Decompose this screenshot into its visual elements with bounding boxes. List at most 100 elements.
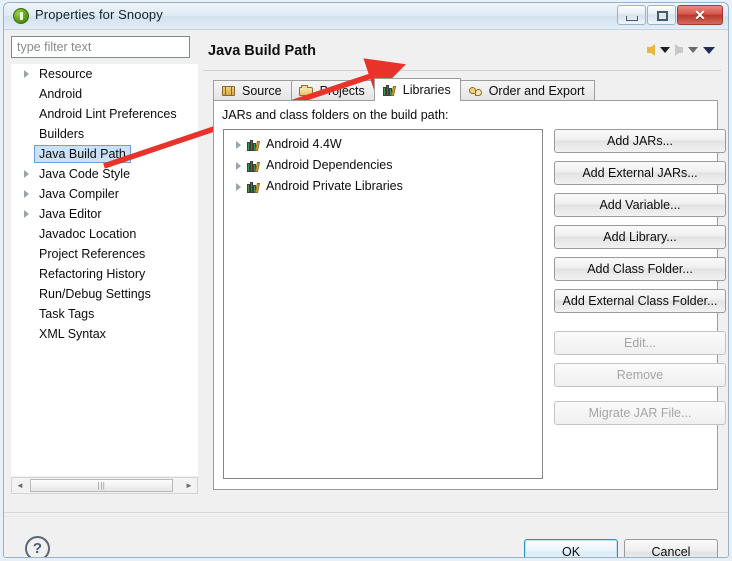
chevron-right-icon[interactable] xyxy=(24,170,29,178)
java-build-path-page: Java Build Path Source Projects Librarie… xyxy=(203,34,726,499)
sidebar-item-label: Task Tags xyxy=(39,307,95,321)
settings-tree[interactable]: Resource Android Android Lint Preference… xyxy=(11,64,198,476)
sidebar-item-android[interactable]: Android xyxy=(11,84,198,104)
sidebar-item-label: Java Editor xyxy=(39,207,102,221)
back-arrow-icon[interactable] xyxy=(647,44,655,56)
window-controls: ✕ xyxy=(617,5,723,25)
scroll-left-icon[interactable]: ◄ xyxy=(12,478,28,493)
sidebar-item-android-lint-preferences[interactable]: Android Lint Preferences xyxy=(11,104,198,124)
sidebar-item-refactoring-history[interactable]: Refactoring History xyxy=(11,264,198,284)
migrate-jar-file-button[interactable]: Migrate JAR File... xyxy=(554,401,726,425)
maximize-button[interactable] xyxy=(647,5,676,25)
chevron-right-icon[interactable] xyxy=(24,190,29,198)
jar-entry-label: Android Dependencies xyxy=(266,158,393,172)
back-history-chevron-down-icon[interactable] xyxy=(660,47,670,53)
title-bar: Properties for Snoopy ✕ xyxy=(4,3,728,30)
sidebar-item-java-build-path[interactable]: Java Build Path xyxy=(11,144,198,164)
sidebar-item-label: Refactoring History xyxy=(39,267,146,281)
sidebar-item-label: Project References xyxy=(39,247,146,261)
sidebar-item-label: Java Build Path xyxy=(39,147,126,161)
scroll-right-icon[interactable]: ► xyxy=(181,478,197,493)
chevron-right-icon[interactable] xyxy=(236,183,241,191)
tab-label: Libraries xyxy=(402,83,451,97)
screenshot-root: Properties for Snoopy ✕ type filter text xyxy=(0,0,732,561)
sidebar-item-xml-syntax[interactable]: XML Syntax xyxy=(11,324,198,344)
tab-label: Projects xyxy=(319,84,365,98)
scrollbar-thumb[interactable]: ||| xyxy=(30,479,173,492)
sidebar-horizontal-scrollbar[interactable]: ◄ ||| ► xyxy=(11,477,198,494)
sidebar-item-java-code-style[interactable]: Java Code Style xyxy=(11,164,198,184)
edit-button[interactable]: Edit... xyxy=(554,331,726,355)
forward-history-chevron-down-icon[interactable] xyxy=(688,47,698,53)
sidebar-item-label: Builders xyxy=(39,127,85,141)
close-icon: ✕ xyxy=(694,7,706,23)
tab-order-and-export[interactable]: Order and Export xyxy=(459,80,595,101)
help-button[interactable]: ? xyxy=(25,536,50,557)
properties-dialog: Properties for Snoopy ✕ type filter text xyxy=(3,2,729,558)
sidebar-item-java-editor[interactable]: Java Editor xyxy=(11,204,198,224)
add-class-folder-button[interactable]: Add Class Folder... xyxy=(554,257,726,281)
sidebar-item-builders[interactable]: Builders xyxy=(11,124,198,144)
jar-entry-android-dependencies[interactable]: Android Dependencies xyxy=(224,155,542,176)
page-menu-chevron-down-icon[interactable] xyxy=(703,46,715,54)
sidebar-item-label: Run/Debug Settings xyxy=(39,287,151,301)
chevron-right-icon[interactable] xyxy=(24,70,29,78)
minimize-button[interactable] xyxy=(617,5,646,25)
page-navigation xyxy=(647,44,715,56)
library-icon xyxy=(246,159,262,173)
footer-divider xyxy=(4,512,728,513)
add-variable-button[interactable]: Add Variable... xyxy=(554,193,726,217)
build-path-actions: Add JARs... Add External JARs... Add Var… xyxy=(554,129,728,433)
tab-projects[interactable]: Projects xyxy=(290,80,375,101)
build-path-tabs: Source Projects Libraries Order and Expo… xyxy=(213,78,595,101)
books-icon xyxy=(382,83,398,97)
window-title: Properties for Snoopy xyxy=(35,7,163,22)
jar-entry-label: Android Private Libraries xyxy=(266,179,403,193)
chevron-right-icon[interactable] xyxy=(236,141,241,149)
cancel-button[interactable]: Cancel xyxy=(624,539,718,557)
library-icon xyxy=(246,180,262,194)
order-arrows-icon xyxy=(468,84,484,98)
sidebar-item-label: Resource xyxy=(39,67,93,81)
tab-source[interactable]: Source xyxy=(213,80,292,101)
tab-libraries[interactable]: Libraries xyxy=(373,78,461,101)
add-jars-button[interactable]: Add JARs... xyxy=(554,129,726,153)
add-external-class-folder-button[interactable]: Add External Class Folder... xyxy=(554,289,726,313)
jar-entry-android-private-libraries[interactable]: Android Private Libraries xyxy=(224,176,542,197)
library-icon xyxy=(246,138,262,152)
folder-icon xyxy=(298,84,315,98)
jar-entry-android-44w[interactable]: Android 4.4W xyxy=(224,134,542,155)
jars-tree[interactable]: Android 4.4W Android Dependencies Androi… xyxy=(223,129,543,479)
sidebar-item-project-references[interactable]: Project References xyxy=(11,244,198,264)
tab-label: Order and Export xyxy=(488,84,585,98)
filter-input[interactable]: type filter text xyxy=(11,36,190,58)
title-divider xyxy=(203,70,721,71)
remove-button[interactable]: Remove xyxy=(554,363,726,387)
sidebar-item-javadoc-location[interactable]: Javadoc Location xyxy=(11,224,198,244)
chevron-right-icon[interactable] xyxy=(24,210,29,218)
maximize-icon xyxy=(657,11,668,21)
close-button[interactable]: ✕ xyxy=(677,5,723,25)
sidebar-item-label: Android Lint Preferences xyxy=(39,107,177,121)
sidebar-item-label: Javadoc Location xyxy=(39,227,137,241)
sidebar-item-resource[interactable]: Resource xyxy=(11,64,198,84)
ok-button[interactable]: OK xyxy=(524,539,618,557)
scrollbar-track[interactable]: ||| xyxy=(28,478,181,493)
forward-arrow-icon[interactable] xyxy=(675,44,683,56)
add-external-jars-button[interactable]: Add External JARs... xyxy=(554,161,726,185)
footer-divider-2 xyxy=(4,516,728,517)
sidebar-item-task-tags[interactable]: Task Tags xyxy=(11,304,198,324)
settings-sidebar: type filter text Resource Android Androi… xyxy=(11,36,198,501)
tab-label: Source xyxy=(242,84,282,98)
dialog-body: type filter text Resource Android Androi… xyxy=(4,30,728,557)
libraries-tab-panel: JARs and class folders on the build path… xyxy=(213,100,726,490)
jars-panel-label: JARs and class folders on the build path… xyxy=(222,108,449,122)
sidebar-item-java-compiler[interactable]: Java Compiler xyxy=(11,184,198,204)
sidebar-item-label: XML Syntax xyxy=(39,327,106,341)
sidebar-item-run-debug-settings[interactable]: Run/Debug Settings xyxy=(11,284,198,304)
package-icon xyxy=(221,84,237,98)
minimize-icon xyxy=(626,16,638,21)
sidebar-item-label: Java Code Style xyxy=(39,167,131,181)
chevron-right-icon[interactable] xyxy=(236,162,241,170)
add-library-button[interactable]: Add Library... xyxy=(554,225,726,249)
